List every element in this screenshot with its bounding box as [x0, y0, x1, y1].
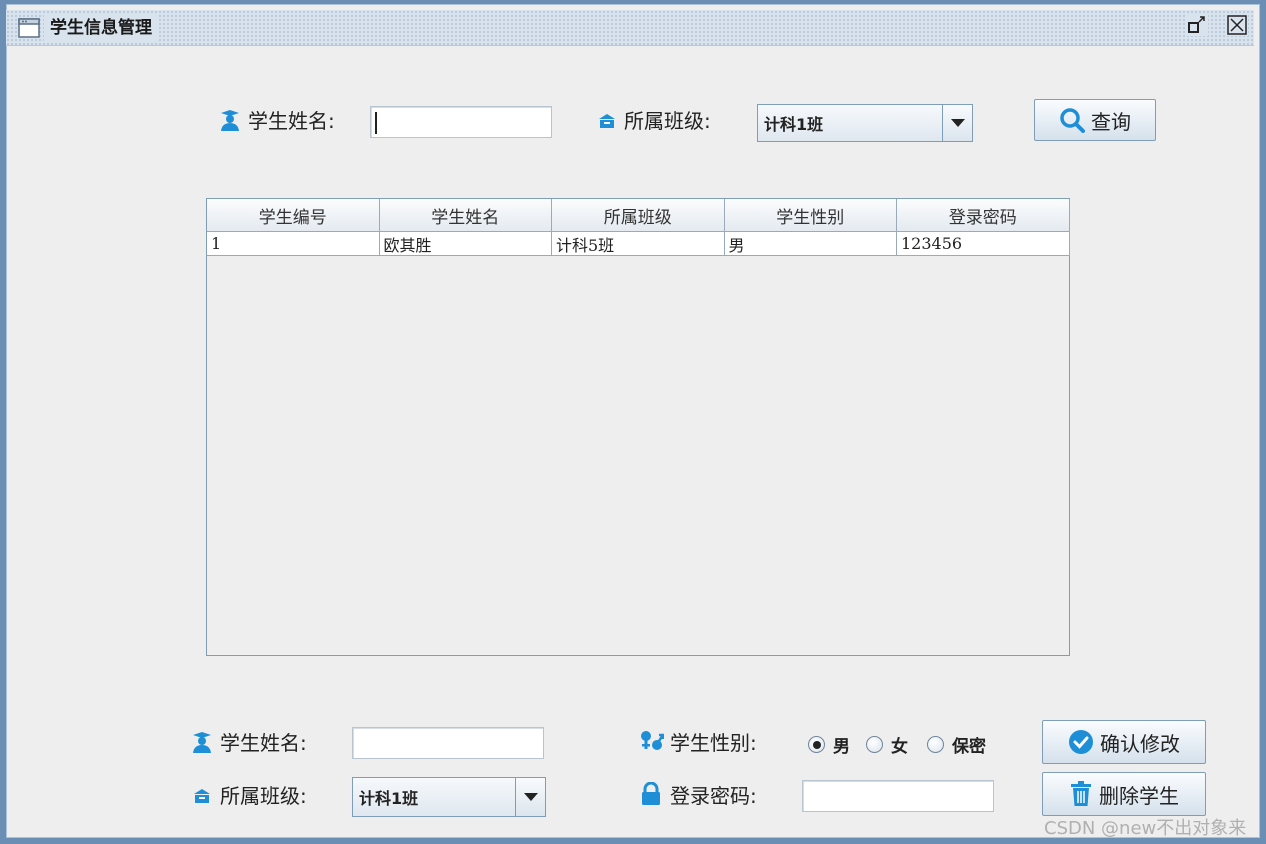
- search-name-label: 学生姓名:: [248, 109, 335, 133]
- radio-label: 女: [891, 737, 908, 757]
- student-icon: [221, 110, 239, 131]
- query-button[interactable]: 查询: [1034, 99, 1156, 141]
- confirm-edit-button[interactable]: 确认修改: [1042, 720, 1206, 764]
- gender-radio-secret[interactable]: 保密: [927, 732, 986, 757]
- search-class-label: 所属班级:: [624, 109, 711, 133]
- student-icon: [193, 732, 211, 753]
- edit-name-label: 学生姓名:: [220, 731, 307, 755]
- lock-icon: [642, 782, 660, 805]
- edit-password-label: 登录密码:: [670, 784, 757, 808]
- gender-radio-female[interactable]: 女: [866, 732, 908, 757]
- class-icon: [599, 114, 615, 128]
- delete-student-button[interactable]: 删除学生: [1042, 772, 1206, 816]
- table-cell[interactable]: 欧其胜: [379, 232, 552, 256]
- gender-icon: [641, 731, 664, 750]
- edit-class-value: 计科1班: [359, 789, 419, 808]
- edit-class-select[interactable]: 计科1班: [352, 777, 546, 817]
- window-title: 学生信息管理: [44, 15, 158, 41]
- text-cursor: [375, 112, 377, 134]
- search-name-input[interactable]: [370, 106, 552, 138]
- class-icon: [194, 789, 210, 803]
- student-table[interactable]: 学生编号 学生姓名 所属班级 学生性别 登录密码 1 欧其胜 计科5班 男 12…: [206, 198, 1070, 656]
- close-icon[interactable]: [1226, 14, 1248, 36]
- column-header[interactable]: 学生编号: [207, 199, 380, 232]
- table-row[interactable]: 1 欧其胜 计科5班 男 123456: [207, 232, 1070, 256]
- search-icon: [1060, 108, 1085, 133]
- delete-student-label: 删除学生: [1099, 783, 1179, 808]
- chevron-down-icon[interactable]: [942, 105, 972, 141]
- radio-button[interactable]: [808, 736, 825, 753]
- table-cell[interactable]: 123456: [897, 232, 1070, 256]
- edit-class-label: 所属班级:: [220, 784, 307, 808]
- column-header[interactable]: 登录密码: [897, 199, 1070, 232]
- column-header[interactable]: 学生性别: [724, 199, 897, 232]
- confirm-edit-label: 确认修改: [1100, 731, 1180, 756]
- table-header: 学生编号 学生姓名 所属班级 学生性别 登录密码: [207, 199, 1070, 232]
- title-bar[interactable]: 学生信息管理: [6, 10, 1254, 46]
- search-class-value: 计科1班: [764, 115, 824, 134]
- edit-password-input[interactable]: [802, 780, 994, 812]
- watermark: CSDN @new不出对象来: [1044, 818, 1247, 839]
- trash-icon: [1071, 781, 1091, 806]
- edit-name-input[interactable]: [352, 727, 544, 759]
- column-header[interactable]: 所属班级: [552, 199, 725, 232]
- table-cell[interactable]: 1: [207, 232, 380, 256]
- search-class-select[interactable]: 计科1班: [757, 104, 973, 142]
- radio-label: 男: [833, 737, 850, 757]
- radio-button[interactable]: [927, 736, 944, 753]
- restore-icon[interactable]: [1186, 14, 1208, 36]
- query-button-label: 查询: [1091, 109, 1131, 134]
- check-circle-icon: [1069, 730, 1093, 754]
- table-cell[interactable]: 男: [724, 232, 897, 256]
- window-icon: [18, 18, 40, 38]
- chevron-down-icon[interactable]: [515, 778, 545, 816]
- gender-radio-male[interactable]: 男: [808, 732, 850, 757]
- radio-button[interactable]: [866, 736, 883, 753]
- edit-gender-label: 学生性别:: [670, 731, 757, 755]
- table-cell[interactable]: 计科5班: [552, 232, 725, 256]
- radio-label: 保密: [952, 737, 986, 757]
- column-header[interactable]: 学生姓名: [379, 199, 552, 232]
